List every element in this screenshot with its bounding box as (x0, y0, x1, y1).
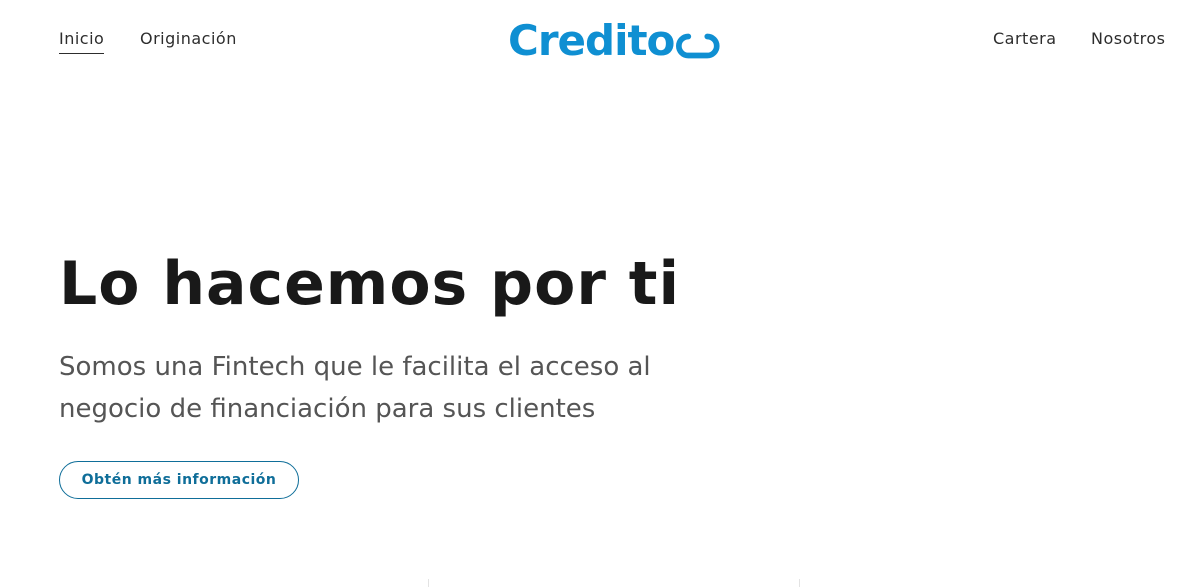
section-divider (799, 579, 800, 587)
nav-link-cartera[interactable]: Cartera (993, 29, 1057, 48)
creditoo-logo[interactable]: Credito (508, 15, 720, 67)
infinity-loop-icon (676, 33, 720, 58)
logo-wordmark: Credito (508, 16, 675, 65)
hero-title: Lo hacemos por ti (59, 249, 681, 319)
nav-link-nosotros[interactable]: Nosotros (1091, 29, 1166, 48)
more-info-button[interactable]: Obtén más información (59, 461, 299, 499)
nav-link-originacion[interactable]: Originación (140, 29, 237, 48)
hero-subtitle: Somos una Fintech que le facilita el acc… (59, 352, 651, 424)
page: Inicio Originación Credito Cartera Nosot… (0, 0, 1193, 587)
nav-link-inicio[interactable]: Inicio (59, 29, 105, 54)
section-divider (428, 579, 429, 587)
